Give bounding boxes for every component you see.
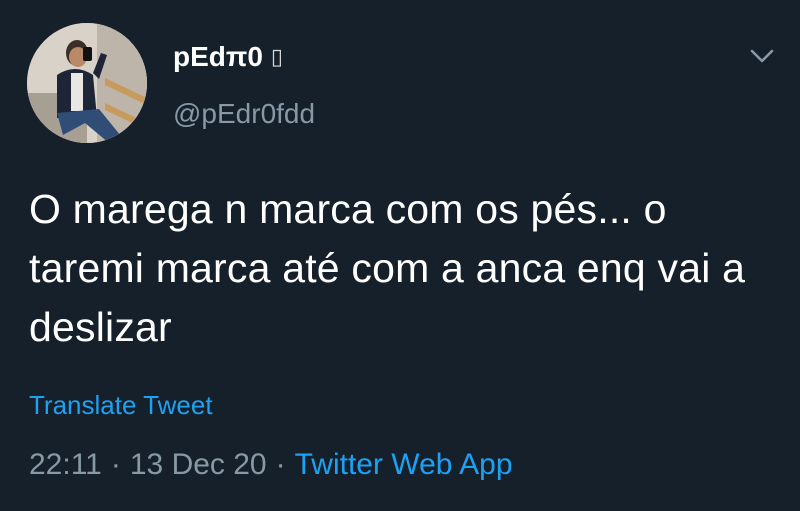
tweet-text: O marega n marca com os pés... o taremi … [29,186,746,350]
tweet-card: pEdπ0 ▯ @pEdr0fdd O marega n marca com o… [0,0,800,511]
translate-tweet-link[interactable]: Translate Tweet [29,389,213,421]
profile-photo-icon [27,23,147,143]
meta-separator: · [275,448,286,481]
display-name-row[interactable]: pEdπ0 ▯ [173,40,283,74]
avatar[interactable] [27,23,147,143]
tweet-time[interactable]: 22:11 [29,447,102,483]
meta-separator: · [110,448,121,481]
display-name[interactable]: pEdπ0 [173,40,263,74]
tweet-metadata: 22:11 · 13 Dec 20 · Twitter Web App [29,447,513,483]
more-options-button[interactable] [748,44,776,68]
tweet-source-link[interactable]: Twitter Web App [295,447,513,483]
name-emoji-icon: ▯ [270,44,284,69]
tweet-date[interactable]: 13 Dec 20 [130,447,267,483]
user-handle[interactable]: @pEdr0fdd [173,97,315,131]
chevron-down-icon [750,49,774,63]
